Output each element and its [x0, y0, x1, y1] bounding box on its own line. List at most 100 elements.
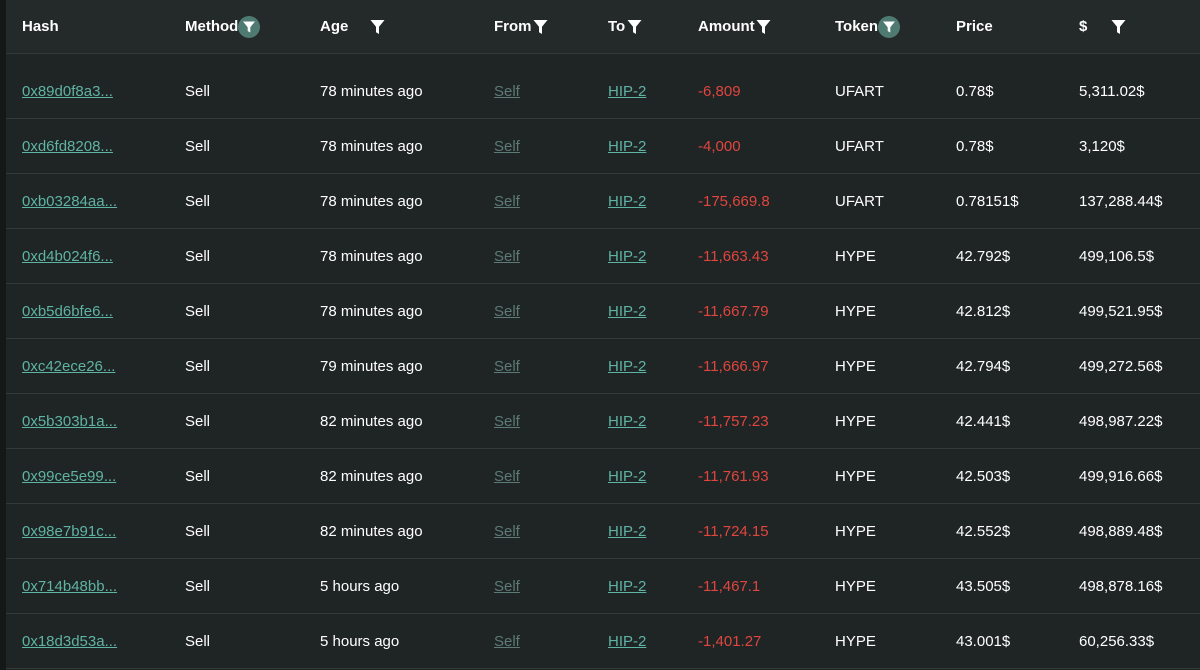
- column-header-to: To: [608, 0, 643, 53]
- transaction-hash-link[interactable]: 0xb5d6bfe6...: [22, 303, 113, 320]
- cell-token: HYPE: [835, 559, 876, 613]
- usd-value: 499,521.95$: [1079, 302, 1163, 320]
- cell-to: HIP-2: [608, 339, 646, 393]
- from-address-link[interactable]: Self: [494, 248, 520, 265]
- transaction-hash-link[interactable]: 0x5b303b1a...: [22, 413, 117, 430]
- transaction-hash-link[interactable]: 0xc42ece26...: [22, 358, 115, 375]
- from-address-link[interactable]: Self: [494, 468, 520, 485]
- column-header-label: From: [494, 18, 532, 35]
- cell-amount: -11,761.93: [698, 449, 769, 503]
- cell-token: HYPE: [835, 229, 876, 283]
- age-value: 78 minutes ago: [320, 302, 423, 320]
- amount-filter-icon[interactable]: [755, 18, 773, 36]
- to-address-link[interactable]: HIP-2: [608, 303, 646, 320]
- table-row: 0xc42ece26... Sell 79 minutes ago Self HIP-2…: [6, 339, 1200, 394]
- cell-usd: 498,987.22$: [1079, 394, 1162, 448]
- to-address-link[interactable]: HIP-2: [608, 523, 646, 540]
- table-row: 0x98e7b91c... Sell 82 minutes ago Self HIP-2…: [6, 504, 1200, 559]
- usd-value: 499,916.66$: [1079, 467, 1163, 485]
- column-header-label: $: [1079, 18, 1088, 35]
- from-address-link[interactable]: Self: [494, 578, 520, 595]
- cell-token: HYPE: [835, 339, 876, 393]
- to-filter-icon[interactable]: [625, 18, 643, 36]
- cell-method: Sell: [185, 614, 210, 668]
- price-value: 42.441$: [956, 412, 1011, 430]
- amount-value: -6,809: [698, 82, 741, 100]
- from-address-link[interactable]: Self: [494, 523, 520, 540]
- column-header-label: Amount: [698, 18, 755, 35]
- from-address-link[interactable]: Self: [494, 633, 520, 650]
- cell-amount: -11,724.15: [698, 504, 769, 558]
- price-value: 43.505$: [956, 577, 1011, 595]
- age-value: 78 minutes ago: [320, 82, 423, 100]
- transaction-hash-link[interactable]: 0x89d0f8a3...: [22, 83, 113, 100]
- method-value: Sell: [185, 357, 211, 375]
- to-address-link[interactable]: HIP-2: [608, 358, 646, 375]
- cell-token: HYPE: [835, 504, 876, 558]
- age-value: 78 minutes ago: [320, 247, 423, 265]
- cell-hash: 0x714b48bb...: [22, 559, 117, 613]
- from-address-link[interactable]: Self: [494, 358, 520, 375]
- cell-method: Sell: [185, 394, 210, 448]
- from-address-link[interactable]: Self: [494, 303, 520, 320]
- to-address-link[interactable]: HIP-2: [608, 578, 646, 595]
- table-row: 0xb03284aa... Sell 78 minutes ago Self HIP-2…: [6, 174, 1200, 229]
- cell-amount: -4,000: [698, 119, 741, 173]
- usd-filter-icon[interactable]: [1109, 18, 1127, 36]
- amount-value: -11,467.1: [698, 577, 761, 595]
- column-header-age: Age: [320, 0, 386, 53]
- transaction-hash-link[interactable]: 0x98e7b91c...: [22, 523, 116, 540]
- token-value: HYPE: [835, 357, 876, 375]
- cell-to: HIP-2: [608, 229, 646, 283]
- cell-method: Sell: [185, 284, 210, 338]
- transaction-hash-link[interactable]: 0x99ce5e99...: [22, 468, 116, 485]
- token-value: HYPE: [835, 632, 876, 650]
- to-address-link[interactable]: HIP-2: [608, 193, 646, 210]
- to-address-link[interactable]: HIP-2: [608, 248, 646, 265]
- transaction-hash-link[interactable]: 0xb03284aa...: [22, 193, 117, 210]
- cell-amount: -1,401.27: [698, 614, 761, 668]
- transaction-hash-link[interactable]: 0xd6fd8208...: [22, 138, 113, 155]
- to-address-link[interactable]: HIP-2: [608, 138, 646, 155]
- method-filter-active-icon[interactable]: [238, 15, 261, 38]
- transaction-hash-link[interactable]: 0xd4b024f6...: [22, 248, 113, 265]
- column-header-price: Price: [956, 0, 993, 53]
- cell-age: 5 hours ago: [320, 614, 399, 668]
- cell-from: Self: [494, 394, 520, 448]
- method-value: Sell: [185, 247, 211, 265]
- cell-amount: -11,757.23: [698, 394, 769, 448]
- token-value: HYPE: [835, 467, 876, 485]
- table-body: 0x89d0f8a3... Sell 78 minutes ago Self HIP-2…: [6, 64, 1200, 669]
- cell-age: 82 minutes ago: [320, 449, 423, 503]
- cell-usd: 499,521.95$: [1079, 284, 1162, 338]
- cell-hash: 0xd6fd8208...: [22, 119, 113, 173]
- age-filter-icon[interactable]: [368, 18, 386, 36]
- from-address-link[interactable]: Self: [494, 193, 520, 210]
- cell-price: 43.001$: [956, 614, 1010, 668]
- token-filter-active-icon[interactable]: [878, 15, 901, 38]
- from-address-link[interactable]: Self: [494, 413, 520, 430]
- cell-price: 0.78151$: [956, 174, 1019, 228]
- cell-usd: 498,878.16$: [1079, 559, 1162, 613]
- to-address-link[interactable]: HIP-2: [608, 413, 646, 430]
- column-header-label: Token: [835, 18, 879, 35]
- cell-price: 42.792$: [956, 229, 1010, 283]
- cell-amount: -11,666.97: [698, 339, 769, 393]
- cell-to: HIP-2: [608, 64, 646, 118]
- to-address-link[interactable]: HIP-2: [608, 83, 646, 100]
- to-address-link[interactable]: HIP-2: [608, 633, 646, 650]
- to-address-link[interactable]: HIP-2: [608, 468, 646, 485]
- column-header-label: Price: [956, 18, 993, 35]
- from-filter-icon[interactable]: [532, 18, 550, 36]
- column-header-token: Token: [835, 0, 901, 53]
- column-header-label: Age: [320, 18, 349, 35]
- from-address-link[interactable]: Self: [494, 83, 520, 100]
- cell-price: 42.794$: [956, 339, 1010, 393]
- column-header-label: To: [608, 18, 626, 35]
- from-address-link[interactable]: Self: [494, 138, 520, 155]
- usd-value: 5,311.02$: [1079, 82, 1145, 100]
- cell-hash: 0xb03284aa...: [22, 174, 117, 228]
- transaction-hash-link[interactable]: 0x714b48bb...: [22, 578, 117, 595]
- age-value: 78 minutes ago: [320, 192, 423, 210]
- transaction-hash-link[interactable]: 0x18d3d53a...: [22, 633, 117, 650]
